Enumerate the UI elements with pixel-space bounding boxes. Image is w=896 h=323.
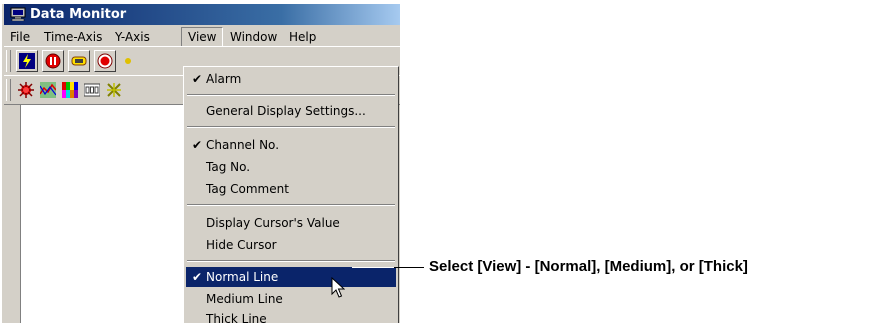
check-icon: ✔: [192, 138, 203, 152]
view-menu-dropdown: ✔ Alarm General Display Settings... ✔ Ch…: [183, 66, 399, 323]
menu-item-label: Tag No.: [206, 160, 251, 174]
menu-separator: [187, 204, 395, 206]
menu-separator: [187, 94, 395, 96]
menu-item-display-cursor-value[interactable]: Display Cursor's Value: [186, 213, 396, 233]
menu-item-tag-no[interactable]: Tag No.: [186, 157, 396, 177]
monitor-icon: [10, 7, 26, 22]
monitor-client-area[interactable]: [20, 104, 201, 323]
menu-window[interactable]: Window: [224, 28, 283, 46]
cross-icon[interactable]: [104, 80, 124, 100]
menu-item-tag-comment[interactable]: Tag Comment: [186, 179, 396, 199]
menu-item-label: Thick Line: [206, 312, 267, 323]
menu-separator: [187, 126, 395, 128]
menu-item-thick-line[interactable]: Thick Line: [186, 309, 396, 323]
menu-view[interactable]: View: [181, 27, 224, 47]
check-icon: ✔: [192, 270, 203, 284]
menu-item-hide-cursor[interactable]: Hide Cursor: [186, 235, 396, 255]
menu-item-medium-line[interactable]: Medium Line: [186, 289, 396, 309]
menu-item-channel-no[interactable]: ✔ Channel No.: [186, 135, 396, 155]
menu-item-alarm[interactable]: ✔ Alarm: [186, 69, 396, 89]
menu-item-label: Channel No.: [206, 138, 280, 152]
menu-item-label: Medium Line: [206, 292, 283, 306]
check-icon: ✔: [192, 72, 203, 86]
menu-help[interactable]: Help: [283, 28, 322, 46]
callout-annotation: Select [View] - [Normal], [Medium], or […: [429, 258, 748, 275]
link-icon[interactable]: [68, 50, 90, 72]
window-title: Data Monitor: [30, 7, 127, 22]
callout-leader-line-highlight: [352, 267, 394, 268]
menu-item-label: Alarm: [206, 72, 242, 86]
menu-item-label: General Display Settings...: [206, 104, 366, 118]
data-monitor-window: Data Monitor File Time-Axis Y-Axis View …: [2, 4, 400, 323]
menu-item-label: Normal Line: [206, 270, 279, 284]
title-bar[interactable]: Data Monitor: [4, 4, 400, 25]
record-icon[interactable]: [94, 50, 116, 72]
menu-separator: [187, 260, 395, 262]
toolbar-more-icon[interactable]: [122, 51, 142, 71]
toolbar-grip[interactable]: [6, 79, 11, 101]
menu-item-label: Tag Comment: [206, 182, 289, 196]
stop-icon[interactable]: [42, 50, 64, 72]
alarm-icon[interactable]: [16, 80, 36, 100]
mouse-pointer-icon: [331, 276, 346, 302]
toolbar-grip[interactable]: [6, 50, 11, 72]
menu-item-general-display-settings[interactable]: General Display Settings...: [186, 101, 396, 121]
menu-item-normal-line[interactable]: ✔ Normal Line: [186, 267, 396, 287]
color-bars-icon[interactable]: [60, 80, 80, 100]
menu-file[interactable]: File: [4, 28, 36, 46]
menu-time-axis[interactable]: Time-Axis: [38, 28, 108, 46]
menu-bar: File Time-Axis Y-Axis View Window Help: [2, 26, 400, 47]
menu-item-label: Hide Cursor: [206, 238, 277, 252]
trend-icon[interactable]: [38, 80, 58, 100]
menu-y-axis[interactable]: Y-Axis: [109, 28, 156, 46]
numeric-999-icon[interactable]: [82, 80, 102, 100]
menu-item-label: Display Cursor's Value: [206, 216, 340, 230]
lightning-icon[interactable]: [16, 50, 38, 72]
